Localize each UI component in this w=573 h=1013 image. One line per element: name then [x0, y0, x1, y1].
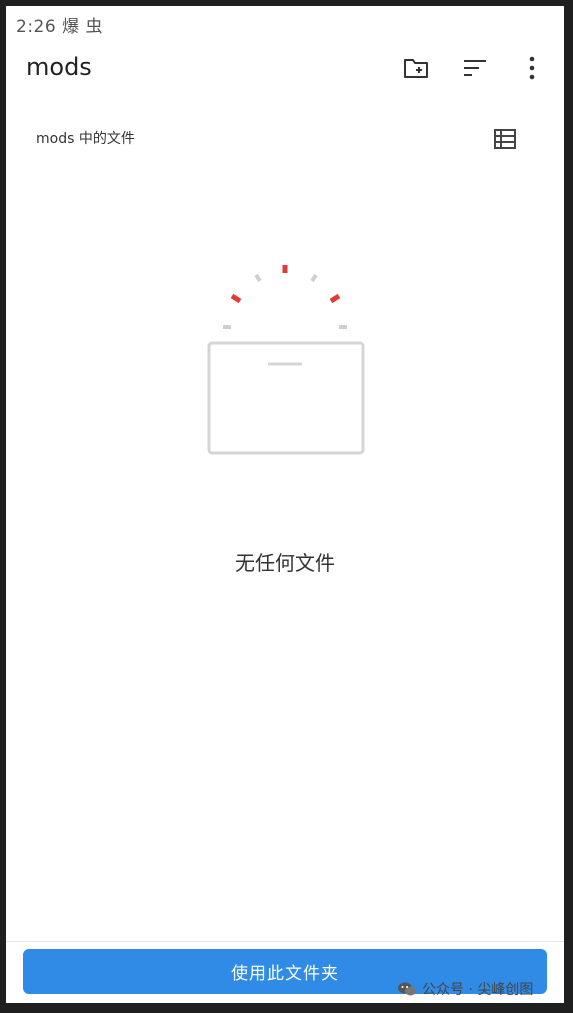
sort-icon [464, 60, 486, 76]
page-title: mods [26, 53, 92, 81]
device-screen: 2:26 爆 虫 mods mods 中的文件 无任何文件 使用此文件夹 公众号… [6, 6, 564, 1003]
more-vert-icon [529, 56, 535, 80]
watermark: 公众号 · 尖峰创图 [397, 979, 533, 999]
new-folder-button[interactable] [400, 52, 432, 84]
new-folder-icon [404, 59, 428, 78]
empty-state-message: 无任何文件 [235, 551, 335, 575]
empty-folder-icon [207, 265, 365, 455]
view-toggle-button[interactable] [490, 124, 520, 154]
folder-contents-label: mods 中的文件 [36, 131, 135, 147]
list-view-icon [494, 129, 516, 149]
sort-button[interactable] [459, 52, 491, 84]
status-bar: 2:26 爆 虫 [16, 17, 103, 37]
wechat-icon [398, 982, 416, 996]
empty-folder-illustration [176, 256, 396, 466]
more-options-button[interactable] [516, 52, 548, 84]
watermark-text: 公众号 · 尖峰创图 [422, 982, 534, 998]
divider [6, 941, 564, 942]
